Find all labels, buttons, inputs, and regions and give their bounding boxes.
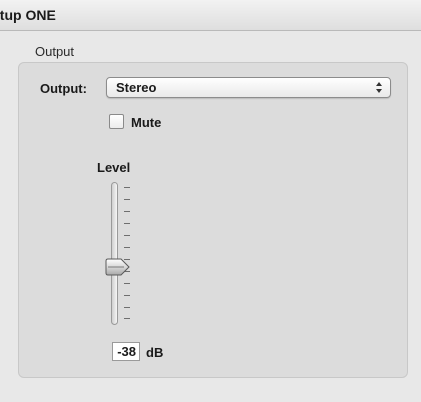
output-group-label: Output: [35, 44, 75, 59]
mute-checkbox[interactable]: [109, 114, 124, 129]
level-slider-track[interactable]: [111, 182, 118, 325]
level-db-field[interactable]: -38: [112, 342, 140, 361]
updown-arrows-icon: [376, 82, 382, 93]
audio-setup-panel: etup ONE Output Output: Stereo Mute Leve…: [0, 0, 421, 402]
level-slider-ticks: [124, 187, 130, 319]
level-db-unit: dB: [146, 345, 164, 360]
output-select[interactable]: Stereo: [106, 77, 391, 98]
mute-label: Mute: [131, 115, 162, 130]
panel-header: etup ONE: [0, 0, 421, 31]
level-slider-thumb[interactable]: [104, 258, 132, 276]
output-select-value: Stereo: [116, 80, 157, 95]
output-group-box: [18, 62, 408, 378]
panel-title: etup ONE: [0, 7, 56, 23]
level-label: Level: [97, 160, 131, 175]
output-field-label: Output:: [40, 81, 87, 96]
